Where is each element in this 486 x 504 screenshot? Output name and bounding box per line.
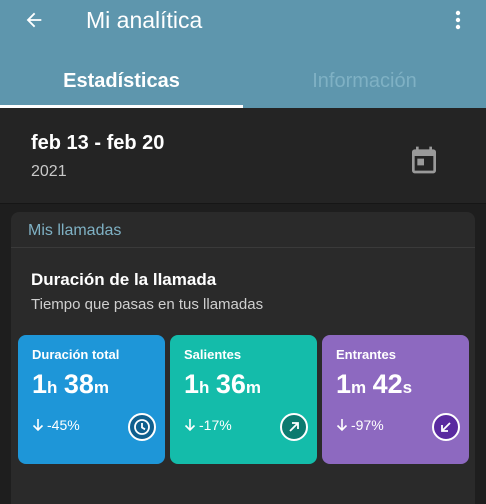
call-duration-title: Duración de la llamada bbox=[31, 270, 217, 289]
card-header: Mis llamadas bbox=[11, 212, 475, 248]
calendar-icon bbox=[412, 146, 436, 174]
date-range-label: feb 13 - feb 20 bbox=[31, 132, 165, 154]
stat-value-unit: h bbox=[199, 378, 210, 397]
stat-change-value: -17% bbox=[199, 417, 232, 433]
incoming-call-icon bbox=[441, 422, 451, 432]
stat-value-unit: m bbox=[245, 378, 262, 397]
overflow-menu-button[interactable] bbox=[444, 4, 472, 36]
stat-value-unit: h bbox=[47, 378, 58, 397]
arrow-down-icon bbox=[184, 419, 196, 432]
stat-value-number: 1 bbox=[184, 369, 200, 399]
stat-total-duration[interactable]: Duración total 1h 38m -45% bbox=[18, 335, 165, 464]
stat-change: -45% bbox=[32, 417, 80, 433]
date-range-year: 2021 bbox=[31, 163, 67, 180]
stat-value: 1h 38m bbox=[32, 369, 111, 401]
call-duration-subtitle: Tiempo que pasas en tus llamadas bbox=[31, 296, 264, 313]
calendar-button[interactable] bbox=[408, 144, 440, 176]
stat-badge bbox=[432, 413, 460, 441]
stat-badge bbox=[280, 413, 308, 441]
stat-label: Entrantes bbox=[336, 347, 396, 362]
stat-change-value: -45% bbox=[47, 417, 80, 433]
stat-value-number: 42 bbox=[372, 369, 403, 399]
stat-change: -97% bbox=[336, 417, 384, 433]
outgoing-call-icon bbox=[289, 422, 299, 432]
stat-value-unit: m bbox=[93, 378, 110, 397]
clock-icon bbox=[134, 419, 150, 435]
stat-incoming[interactable]: Entrantes 1m 42s -97% bbox=[322, 335, 469, 464]
stat-value-number: 38 bbox=[63, 369, 94, 399]
date-range-section: feb 13 - feb 20 2021 bbox=[0, 108, 486, 204]
tab-estadisticas[interactable]: Estadísticas bbox=[0, 66, 243, 100]
my-calls-card: Mis llamadas Duración de la llamada Tiem… bbox=[11, 212, 475, 504]
arrow-left-icon bbox=[26, 12, 42, 28]
stat-value-number: 1 bbox=[336, 369, 352, 399]
arrow-down-icon bbox=[336, 419, 348, 432]
stat-label: Duración total bbox=[32, 347, 120, 362]
stat-change-value: -97% bbox=[351, 417, 384, 433]
page-title: Mi analítica bbox=[86, 7, 203, 33]
stat-outgoing[interactable]: Salientes 1h 36m -17% bbox=[170, 335, 317, 464]
card-header-label: Mis llamadas bbox=[28, 222, 122, 239]
stat-value-unit: m bbox=[351, 378, 367, 397]
arrow-down-icon bbox=[32, 419, 44, 432]
stat-label: Salientes bbox=[184, 347, 242, 362]
back-button[interactable] bbox=[18, 4, 50, 36]
stat-badge bbox=[128, 413, 156, 441]
stat-value-number: 1 bbox=[32, 369, 48, 399]
stat-value-number: 36 bbox=[215, 369, 246, 399]
stat-change: -17% bbox=[184, 417, 232, 433]
stat-value: 1h 36m bbox=[184, 369, 263, 401]
stat-value: 1m 42s bbox=[336, 369, 414, 401]
app-bar: Mi analítica Estadísticas Información bbox=[0, 0, 486, 108]
more-vertical-icon bbox=[455, 10, 461, 30]
tab-informacion[interactable]: Información bbox=[243, 66, 486, 100]
stat-value-unit: s bbox=[402, 378, 413, 397]
